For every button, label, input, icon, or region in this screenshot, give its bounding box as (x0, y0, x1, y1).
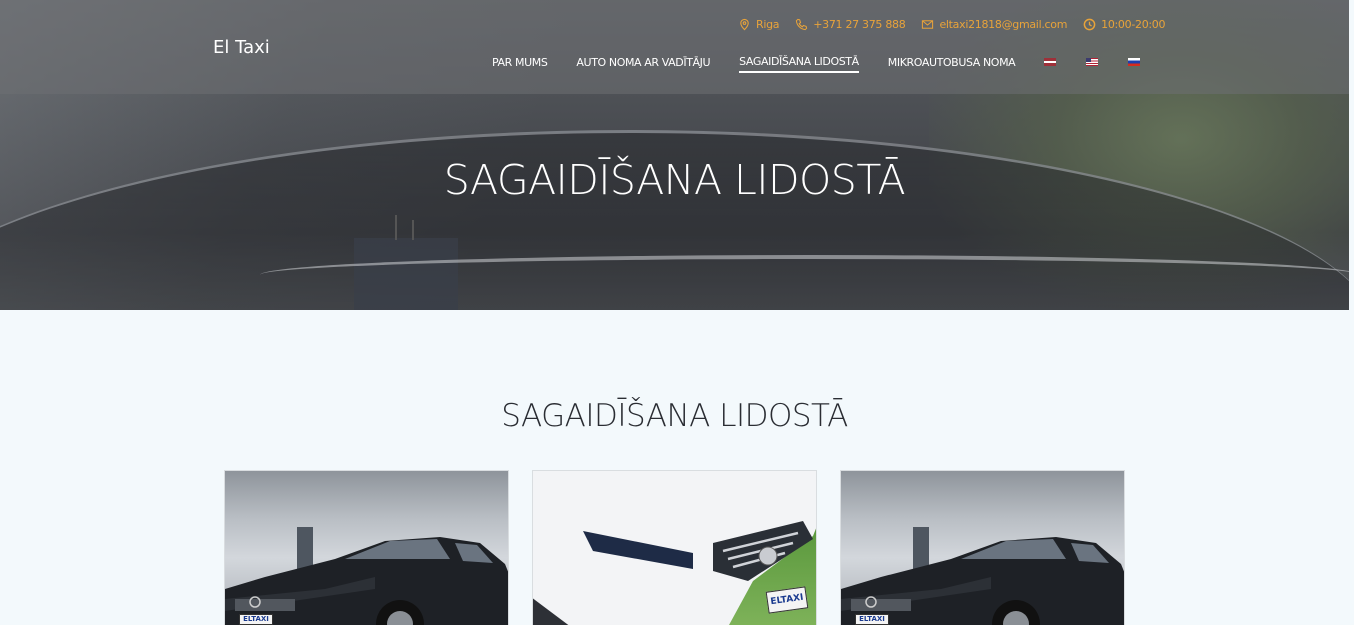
gallery-image-1[interactable]: ELTAXI (224, 470, 509, 625)
contact-phone-text: +371 27 375 888 (813, 18, 906, 31)
contact-hours-text: 10:00-20:00 (1101, 18, 1166, 31)
top-bar: El Taxi Riga +371 27 375 888 eltaxi21818… (0, 0, 1349, 94)
nav-item-mikroautobusa[interactable]: MIKROAUTOBUSA NOMA (888, 56, 1016, 72)
section-title: SAGAIDĪŠANA LIDOSTĀ (501, 398, 848, 434)
contact-email-text: eltaxi21818@gmail.com (939, 18, 1068, 31)
license-plate: ELTAXI (239, 614, 273, 625)
hero-antenna (412, 220, 414, 240)
location-pin-icon (740, 18, 749, 31)
en-flag-icon[interactable] (1086, 58, 1099, 66)
hero-title: SAGAIDĪŠANA LIDOSTĀ (443, 156, 906, 204)
contact-hours: 10:00-20:00 (1083, 18, 1166, 31)
nav-item-par-mums[interactable]: PAR MUMS (492, 56, 548, 72)
nav-item-sagaidisana[interactable]: SAGAIDĪŠANA LIDOSTĀ (739, 55, 859, 73)
hero-antenna (395, 215, 397, 240)
hero-banner: El Taxi Riga +371 27 375 888 eltaxi21818… (0, 0, 1349, 310)
site-logo[interactable]: El Taxi (213, 37, 270, 58)
contact-bar: Riga +371 27 375 888 eltaxi21818@gmail.c… (738, 18, 1166, 31)
email-icon (922, 20, 934, 29)
main-nav: PAR MUMS AUTO NOMA AR VADĪTĀJU SAGAIDĪŠA… (492, 55, 1170, 73)
contact-email[interactable]: eltaxi21818@gmail.com (921, 18, 1067, 31)
gallery-image-2[interactable]: ELTAXI (532, 470, 817, 625)
ru-flag-icon[interactable] (1128, 58, 1141, 66)
phone-icon (796, 18, 808, 31)
lv-flag-icon[interactable] (1044, 58, 1057, 66)
contact-location: Riga (738, 18, 780, 31)
hero-roof-rail (260, 255, 1349, 295)
car-image (225, 537, 508, 625)
contact-phone[interactable]: +371 27 375 888 (795, 18, 906, 31)
car-image (841, 537, 1124, 625)
nav-item-auto-noma[interactable]: AUTO NOMA AR VADĪTĀJU (576, 56, 710, 72)
contact-location-text: Riga (756, 18, 780, 31)
license-plate: ELTAXI (855, 614, 889, 625)
gallery-image-3[interactable]: ELTAXI (840, 470, 1125, 625)
clock-icon (1083, 18, 1096, 31)
